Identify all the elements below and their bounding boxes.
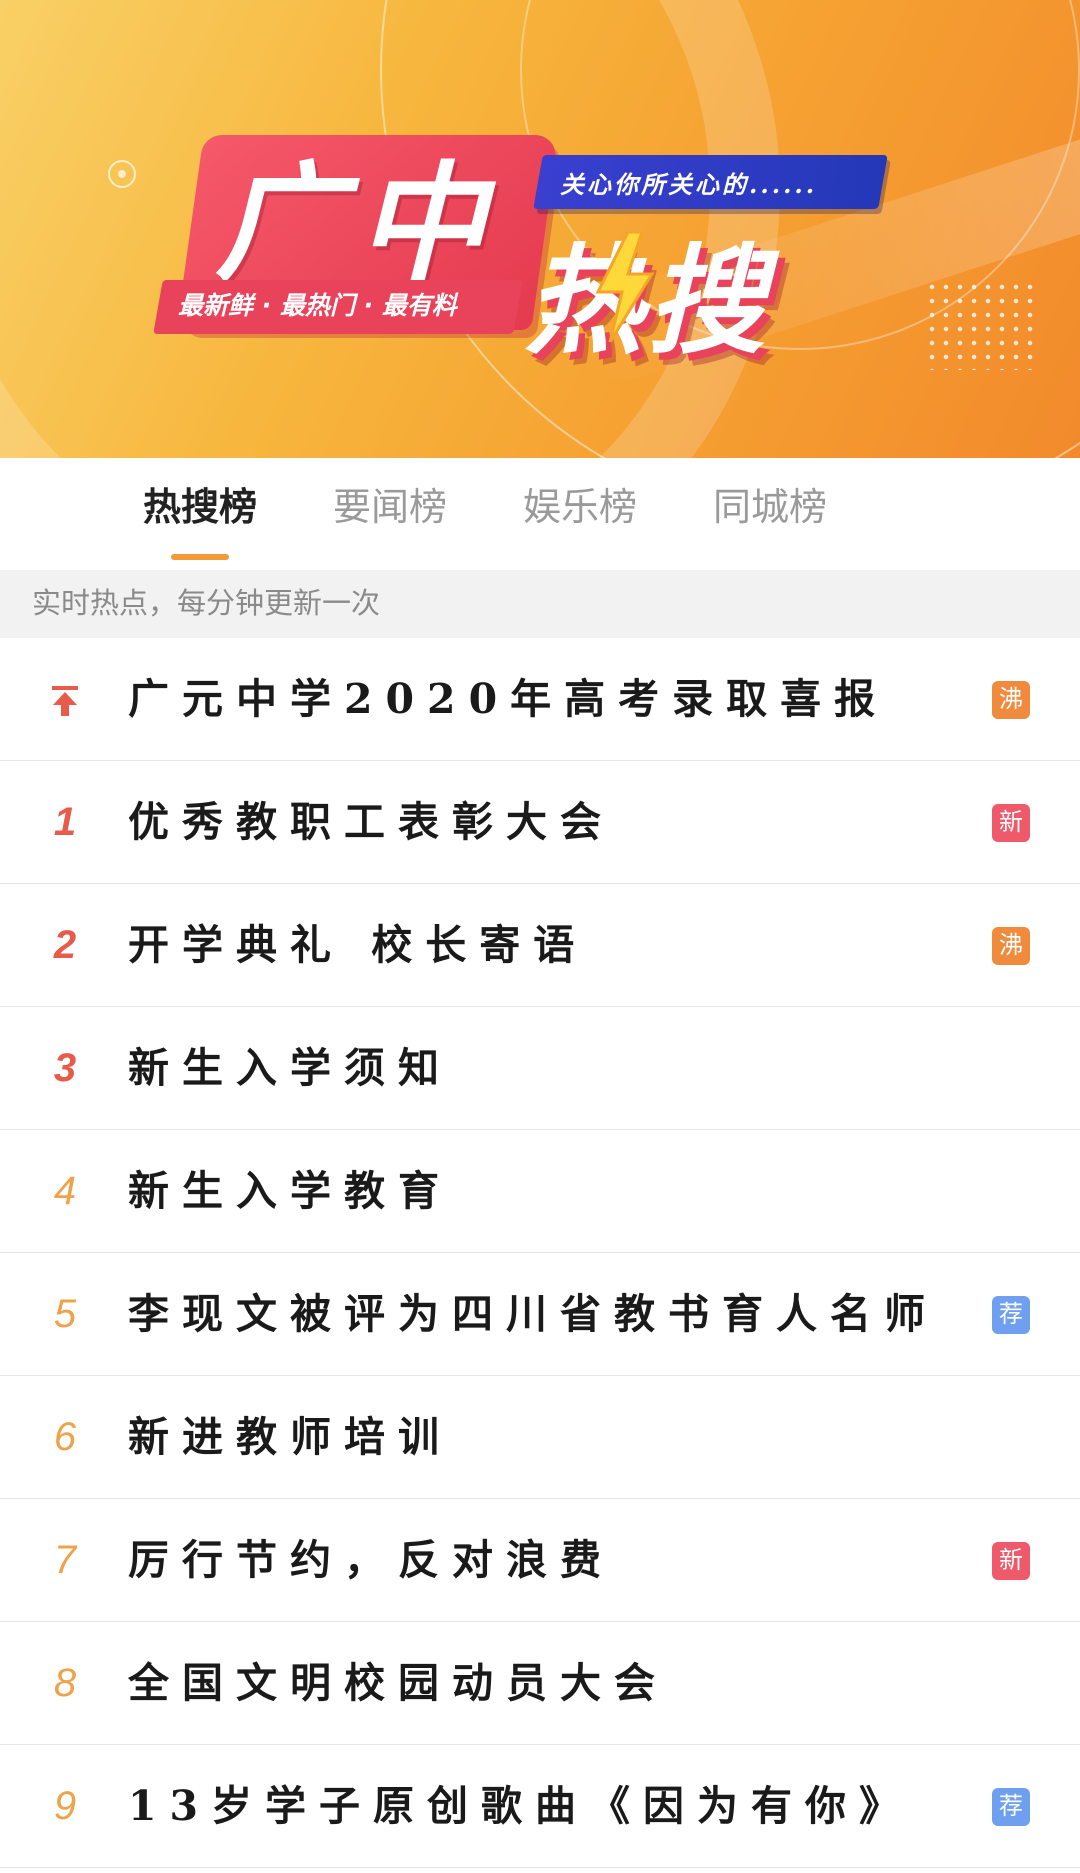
rank-number: 3	[53, 1046, 77, 1090]
tab-label: 娱乐榜	[522, 487, 637, 529]
tab-entertainment[interactable]: 娱乐榜	[500, 458, 660, 570]
tab-label: 要闻榜	[332, 487, 447, 529]
list-item[interactable]: 6 新进教师培训	[0, 1376, 1080, 1499]
item-title: 优秀教职工表彰大会	[128, 798, 614, 846]
banner-dot-pattern	[925, 280, 1035, 370]
tab-bar: 热搜榜 要闻榜 娱乐榜 同城榜	[0, 458, 1080, 570]
list-item[interactable]: 5 李现文被评为四川省教书育人名师 荐	[0, 1253, 1080, 1376]
rank-number: 1	[53, 800, 77, 844]
list-item[interactable]: 4 新生入学教育	[0, 1130, 1080, 1253]
list-item[interactable]: 广元中学2020年高考录取喜报 沸	[0, 638, 1080, 761]
new-badge: 新	[992, 804, 1030, 842]
item-title: 新生入学教育	[128, 1167, 452, 1215]
header-banner: 广中 最新鲜 · 最热门 · 最有料 关心你所关心的...... 热搜	[0, 0, 1080, 458]
item-title: 新进教师培训	[128, 1413, 452, 1461]
tagline-text: 最新鲜 · 最热门 · 最有料	[178, 291, 457, 320]
tab-label: 同城榜	[712, 487, 827, 529]
item-title: 李现文被评为四川省教书育人名师	[128, 1290, 938, 1338]
item-title: 开学典礼 校长寄语	[128, 921, 588, 969]
list-item[interactable]: 1 优秀教职工表彰大会 新	[0, 761, 1080, 884]
rank-number: 9	[53, 1784, 77, 1828]
list-item[interactable]: 7 厉行节约，反对浪费 新	[0, 1499, 1080, 1622]
slogan-text: 关心你所关心的......	[560, 170, 818, 199]
lightning-bolt-icon	[595, 232, 655, 342]
new-badge: 新	[992, 1542, 1030, 1580]
active-tab-indicator	[171, 554, 229, 560]
rank-number: 8	[53, 1661, 77, 1705]
tab-local[interactable]: 同城榜	[690, 458, 850, 570]
hot-badge: 沸	[992, 681, 1030, 719]
recommend-badge: 荐	[992, 1788, 1030, 1826]
rank-number: 7	[53, 1538, 77, 1582]
list-item[interactable]: 2 开学典礼 校长寄语 沸	[0, 884, 1080, 1007]
update-info-text: 实时热点，每分钟更新一次	[0, 570, 1080, 638]
tab-hot-search[interactable]: 热搜榜	[120, 458, 280, 570]
tab-headlines[interactable]: 要闻榜	[310, 458, 470, 570]
rank-number: 5	[53, 1292, 77, 1336]
list-item[interactable]: 3 新生入学须知	[0, 1007, 1080, 1130]
rank-number: 2	[53, 923, 77, 967]
rank-number: 4	[53, 1169, 77, 1213]
hot-badge: 沸	[992, 927, 1030, 965]
hot-search-list: 广元中学2020年高考录取喜报沸 1 优秀教职工表彰大会新 2 开学典礼 校长寄语沸 3 新…	[0, 638, 1080, 1868]
pin-top-icon	[30, 638, 100, 761]
recommend-badge: 荐	[992, 1296, 1030, 1334]
rank-number: 6	[53, 1415, 77, 1459]
hot-search-page: 广中 最新鲜 · 最热门 · 最有料 关心你所关心的...... 热搜 热搜榜 要…	[0, 0, 1080, 1873]
item-title: 厉行节约，反对浪费	[128, 1536, 614, 1584]
item-title: 全国文明校园动员大会	[128, 1659, 668, 1707]
item-title: 13岁学子原创歌曲《因为有你》	[128, 1782, 914, 1830]
list-item[interactable]: 8 全国文明校园动员大会	[0, 1622, 1080, 1745]
list-item[interactable]: 9 13岁学子原创歌曲《因为有你》 荐	[0, 1745, 1080, 1868]
item-title: 广元中学2020年高考录取喜报	[128, 675, 889, 723]
tab-label: 热搜榜	[142, 487, 257, 529]
item-title: 新生入学须知	[128, 1044, 452, 1092]
banner-target-icon	[108, 160, 136, 188]
logo-title: 广中	[215, 149, 500, 299]
